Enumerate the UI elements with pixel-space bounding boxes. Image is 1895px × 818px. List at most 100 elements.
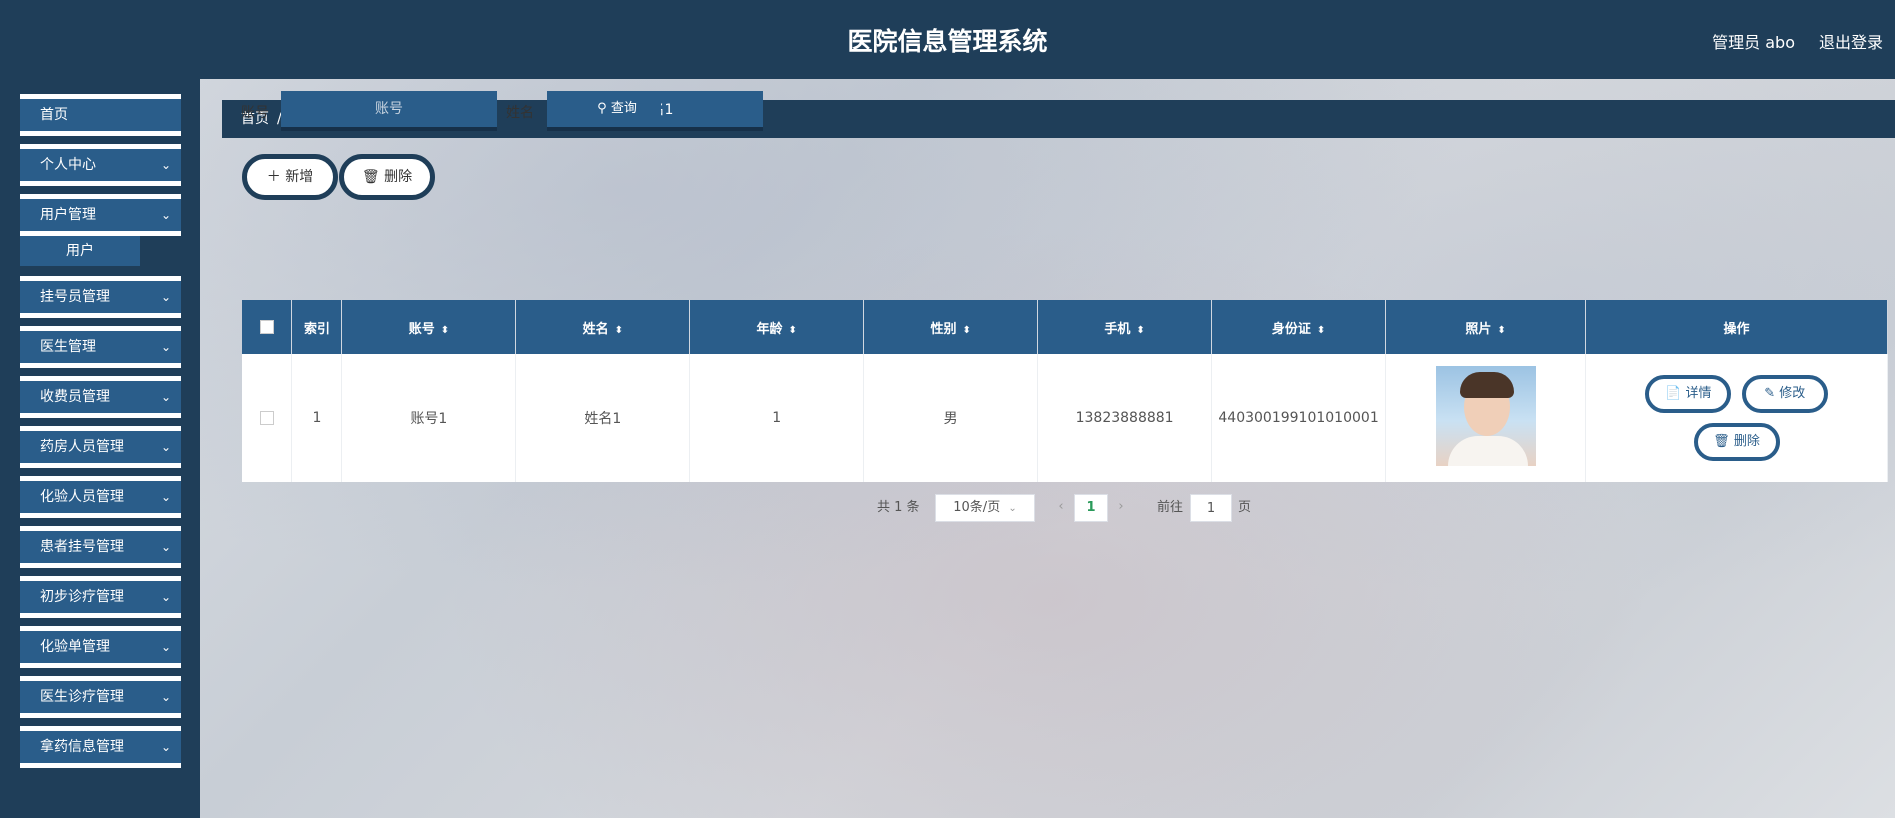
sidebar-item-label: 化验单管理 — [40, 639, 110, 655]
header-age[interactable]: 年龄 ⬍ — [689, 300, 865, 354]
account-label: 账号 — [241, 105, 269, 121]
edit-button[interactable]: ✎ 修改 — [1741, 375, 1828, 413]
sidebar-item-doctor-management[interactable]: 医生管理 ⌄ — [20, 326, 181, 368]
add-button[interactable]: ＋ 新增 — [242, 154, 338, 200]
header-label: 手机 — [1104, 321, 1131, 337]
sidebar-item-personal-center[interactable]: 个人中心 ⌄ — [20, 144, 181, 186]
header-label: 姓名 — [582, 321, 609, 337]
detail-button-label: 详情 — [1685, 386, 1712, 401]
row-checkbox[interactable] — [259, 411, 274, 425]
header-account[interactable]: 账号 ⬍ — [341, 300, 517, 354]
pagination-total: 共 1 条 — [877, 500, 920, 515]
sidebar-item-doctor-diagnosis[interactable]: 医生诊疗管理 ⌄ — [20, 676, 181, 718]
pencil-icon: ✎ — [1764, 386, 1776, 401]
sort-icon: ⬍ — [440, 324, 450, 336]
document-icon: 📄 — [1665, 386, 1682, 401]
sidebar-item-label: 个人中心 — [40, 157, 96, 173]
cell-id-card: 440300199101010001 — [1211, 354, 1387, 482]
sidebar-item-label: 收费员管理 — [40, 389, 110, 405]
chevron-down-icon: ⌄ — [160, 740, 171, 754]
chevron-down-icon: ⌄ — [160, 690, 171, 704]
header-phone[interactable]: 手机 ⬍ — [1037, 300, 1213, 354]
sort-icon: ⬍ — [788, 324, 797, 336]
user-photo[interactable] — [1435, 366, 1536, 466]
page-size-select[interactable]: 10条/页 ⌄ — [935, 494, 1035, 522]
sidebar-item-label: 首页 — [40, 107, 68, 123]
next-page-button[interactable]: › — [1110, 494, 1132, 522]
cell-photo — [1385, 354, 1587, 482]
photo-hair — [1459, 372, 1514, 398]
query-button[interactable]: ⚲ 查询 — [573, 91, 661, 131]
edit-button-label: 修改 — [1779, 386, 1806, 401]
chevron-down-icon: ⌄ — [160, 390, 171, 404]
app-title: 医院信息管理系统 — [847, 27, 1048, 56]
chevron-down-icon: ⌄ — [160, 640, 171, 654]
sidebar-item-label: 医生管理 — [40, 339, 96, 355]
chevron-down-icon: ⌄ — [160, 440, 171, 454]
batch-delete-button[interactable]: 🗑 删除 — [339, 154, 435, 200]
logout-link[interactable]: 退出登录 — [1819, 29, 1883, 53]
name-label: 姓名 — [506, 105, 534, 121]
sidebar-item-label: 挂号员管理 — [40, 289, 110, 305]
sidebar-item-user-management[interactable]: 用户管理 ⌄ — [20, 194, 181, 236]
account-search-input[interactable] — [281, 91, 497, 131]
header-name[interactable]: 姓名 ⬍ — [515, 300, 691, 354]
header-gender[interactable]: 性别 ⬍ — [863, 300, 1039, 354]
search-icon: ⚲ — [597, 101, 607, 116]
sort-icon: ⬍ — [962, 324, 971, 336]
header-actions: 操作 — [1585, 300, 1888, 354]
batch-delete-button-label: 删除 — [384, 169, 413, 185]
header-label: 性别 — [930, 321, 957, 337]
sidebar-item-patient-registration[interactable]: 患者挂号管理 ⌄ — [20, 526, 181, 568]
cell-age: 1 — [689, 354, 865, 482]
cell-account: 账号1 — [341, 354, 517, 482]
select-all-checkbox[interactable] — [259, 320, 274, 334]
row-select-cell — [242, 354, 293, 482]
chevron-down-icon: ⌄ — [160, 340, 171, 354]
chevron-down-icon: ⌄ — [160, 290, 171, 304]
sidebar-item-lab-staff-management[interactable]: 化验人员管理 ⌄ — [20, 476, 181, 518]
sidebar-item-preliminary-diagnosis[interactable]: 初步诊疗管理 ⌄ — [20, 576, 181, 618]
sidebar-item-medicine-pickup[interactable]: 拿药信息管理 ⌄ — [20, 726, 181, 768]
table-row: 1 账号1 姓名1 1 男 13823888881 44030019910101… — [242, 354, 1888, 482]
photo-shoulders — [1447, 436, 1528, 466]
header-photo[interactable]: 照片 ⬍ — [1385, 300, 1587, 354]
cell-actions: 📄 详情 ✎ 修改 🗑 删除 — [1585, 354, 1888, 482]
users-table: 索引 账号 ⬍ 姓名 ⬍ 年龄 ⬍ 性别 ⬍ 手机 ⬍ 身份证 ⬍ 照片 ⬍ 操作 1 账号1… — [242, 300, 1888, 482]
plus-icon: ＋ — [266, 169, 281, 185]
detail-button[interactable]: 📄 详情 — [1645, 375, 1732, 413]
current-user-label: 管理员 abo — [1712, 33, 1795, 52]
sidebar-item-label: 化验人员管理 — [40, 489, 124, 505]
sidebar-item-label: 药房人员管理 — [40, 439, 124, 455]
cell-index: 1 — [291, 354, 343, 482]
top-header: 医院信息管理系统 管理员 abo 退出登录 — [0, 0, 1895, 79]
sidebar-item-lab-report-management[interactable]: 化验单管理 ⌄ — [20, 626, 181, 668]
current-page-number[interactable]: 1 — [1074, 494, 1108, 522]
sort-icon: ⬍ — [614, 324, 624, 336]
goto-page-input[interactable] — [1190, 494, 1232, 522]
chevron-down-icon: ⌄ — [160, 590, 171, 604]
add-button-label: 新增 — [285, 169, 314, 185]
sidebar-item-pharmacy-staff-management[interactable]: 药房人员管理 ⌄ — [20, 426, 181, 468]
row-delete-button[interactable]: 🗑 删除 — [1693, 423, 1780, 461]
sidebar-item-cashier-management[interactable]: 收费员管理 ⌄ — [20, 376, 181, 418]
header-id-card[interactable]: 身份证 ⬍ — [1211, 300, 1387, 354]
query-button-label: 查询 — [610, 101, 637, 116]
page-size-value: 10条/页 — [953, 500, 1001, 515]
sort-icon: ⬍ — [1497, 324, 1506, 336]
prev-page-button[interactable]: ‹ — [1050, 494, 1072, 522]
table-header-row: 索引 账号 ⬍ 姓名 ⬍ 年龄 ⬍ 性别 ⬍ 手机 ⬍ 身份证 ⬍ 照片 ⬍ 操作 — [242, 300, 1888, 354]
sidebar-item-home[interactable]: 首页 — [20, 94, 181, 136]
goto-label: 前往 — [1157, 500, 1184, 515]
trash-icon: 🗑 — [361, 169, 380, 185]
sidebar: 首页 个人中心 ⌄ 用户管理 ⌄ 用户 挂号员管理 ⌄ 医生管理 ⌄ 收费员管理 ⌄ 药房… — [0, 79, 200, 818]
sidebar-item-registrar-management[interactable]: 挂号员管理 ⌄ — [20, 276, 181, 318]
sidebar-subitem-users[interactable]: 用户 — [20, 236, 140, 266]
header-index: 索引 — [291, 300, 343, 354]
header-label: 账号 — [408, 321, 435, 337]
chevron-down-icon: ⌄ — [1008, 503, 1017, 514]
sort-icon: ⬍ — [1316, 324, 1326, 336]
row-delete-button-label: 删除 — [1733, 434, 1760, 449]
sidebar-item-label: 医生诊疗管理 — [40, 689, 124, 705]
page-suffix: 页 — [1238, 500, 1252, 515]
